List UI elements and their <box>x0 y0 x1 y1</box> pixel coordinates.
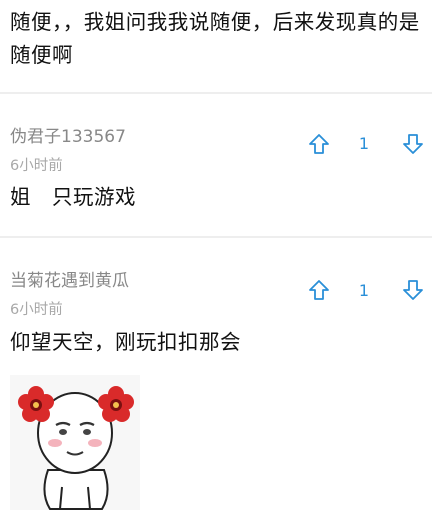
downvote-button[interactable] <box>402 133 424 155</box>
arrow-up-outline-icon <box>309 280 329 300</box>
upvote-button[interactable] <box>308 279 330 301</box>
upvote-button[interactable] <box>308 133 330 155</box>
divider <box>0 236 432 238</box>
vote-count: 1 <box>358 281 370 300</box>
meme-sticker-image[interactable] <box>10 375 140 510</box>
comment-username[interactable]: 当菊花遇到黄瓜 <box>10 270 129 292</box>
comment-text: 姐 只玩游戏 <box>10 185 136 209</box>
divider <box>0 92 432 94</box>
comment-username[interactable]: 伪君子133567 <box>10 126 126 148</box>
previous-comment-text: 随便，，我姐问我我说随便，后来发现真的是随便啊 <box>10 10 420 67</box>
comment-time: 6小时前 <box>10 302 63 318</box>
comment-text: 仰望天空，刚玩扣扣那会 <box>10 330 241 354</box>
arrow-down-outline-icon <box>403 134 423 154</box>
arrow-up-outline-icon <box>309 134 329 154</box>
vote-count: 1 <box>358 134 370 153</box>
arrow-down-outline-icon <box>403 280 423 300</box>
comment-time: 6小时前 <box>10 158 63 174</box>
downvote-button[interactable] <box>402 279 424 301</box>
